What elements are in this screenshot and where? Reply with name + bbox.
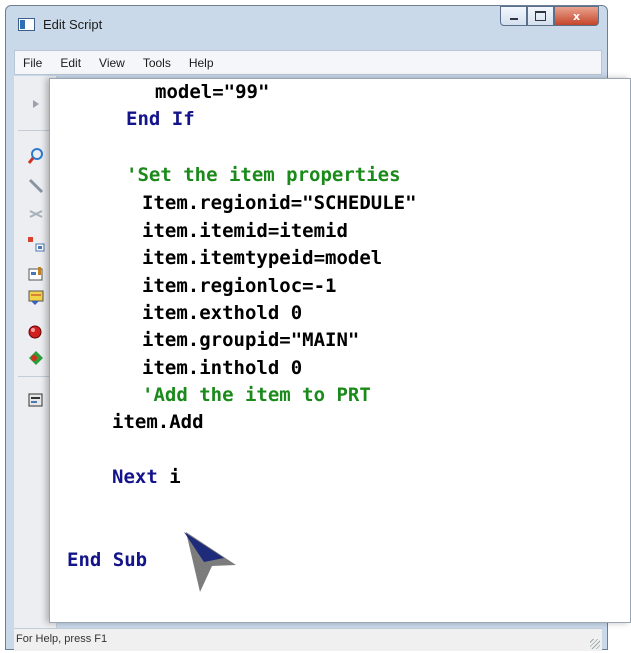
menu-file[interactable]: File (23, 56, 42, 70)
caption-buttons: x (500, 6, 599, 27)
minimize-icon (509, 18, 518, 20)
code-line: End If (126, 108, 195, 130)
minimize-button[interactable] (500, 6, 527, 26)
code-line: item.regionloc=-1 (142, 275, 337, 297)
next-keyword: Next (112, 466, 158, 488)
maximize-button[interactable] (527, 6, 554, 26)
mouse-pointer-icon (184, 532, 236, 592)
code-line: item.inthold 0 (142, 357, 303, 379)
status-text: For Help, press F1 (16, 633, 108, 645)
code-line-next: Next i (112, 464, 181, 491)
wand-icon[interactable] (26, 176, 46, 196)
window-title: Edit Script (43, 17, 103, 32)
arrow-icon[interactable] (26, 94, 46, 114)
code-line: item.itemtypeid=model (142, 247, 383, 269)
resize-grip[interactable] (590, 639, 600, 649)
cut-icon[interactable] (26, 204, 46, 224)
note-icon[interactable] (26, 288, 46, 308)
code-comment: 'Set the item properties (126, 164, 401, 186)
diamond-icon[interactable] (26, 348, 46, 368)
code-line: item.groupid="MAIN" (142, 329, 360, 351)
maximize-icon (535, 11, 546, 21)
status-bar: For Help, press F1 (14, 628, 602, 651)
record-icon[interactable] (26, 322, 46, 342)
code-line: Item.regionid="SCHEDULE" (142, 192, 417, 214)
toolbar-separator (18, 130, 52, 131)
close-button[interactable]: x (554, 6, 599, 26)
code-line: item.Add (112, 411, 204, 433)
menu-bar: File Edit View Tools Help (14, 50, 602, 75)
find-icon[interactable] (26, 146, 46, 166)
code-line: model="99" (155, 81, 270, 103)
menu-tools[interactable]: Tools (143, 56, 171, 70)
next-variable: i (157, 466, 181, 488)
code-line: item.itemid=itemid (142, 220, 348, 242)
title-bar[interactable]: Edit Script x (6, 6, 607, 44)
code-comment: 'Add the item to PRT (142, 384, 371, 406)
menu-help[interactable]: Help (189, 56, 214, 70)
edit-icon[interactable] (26, 264, 46, 284)
script-icon[interactable] (26, 390, 46, 410)
menu-view[interactable]: View (99, 56, 125, 70)
code-line: item.exthold 0 (142, 302, 303, 324)
app-icon[interactable] (18, 18, 35, 31)
code-line: End Sub (67, 549, 148, 571)
toolbar-separator (18, 376, 52, 377)
menu-edit[interactable]: Edit (60, 56, 81, 70)
code-editor[interactable]: model="99" End If 'Set the item properti… (49, 78, 631, 623)
tree-icon[interactable] (26, 234, 46, 254)
